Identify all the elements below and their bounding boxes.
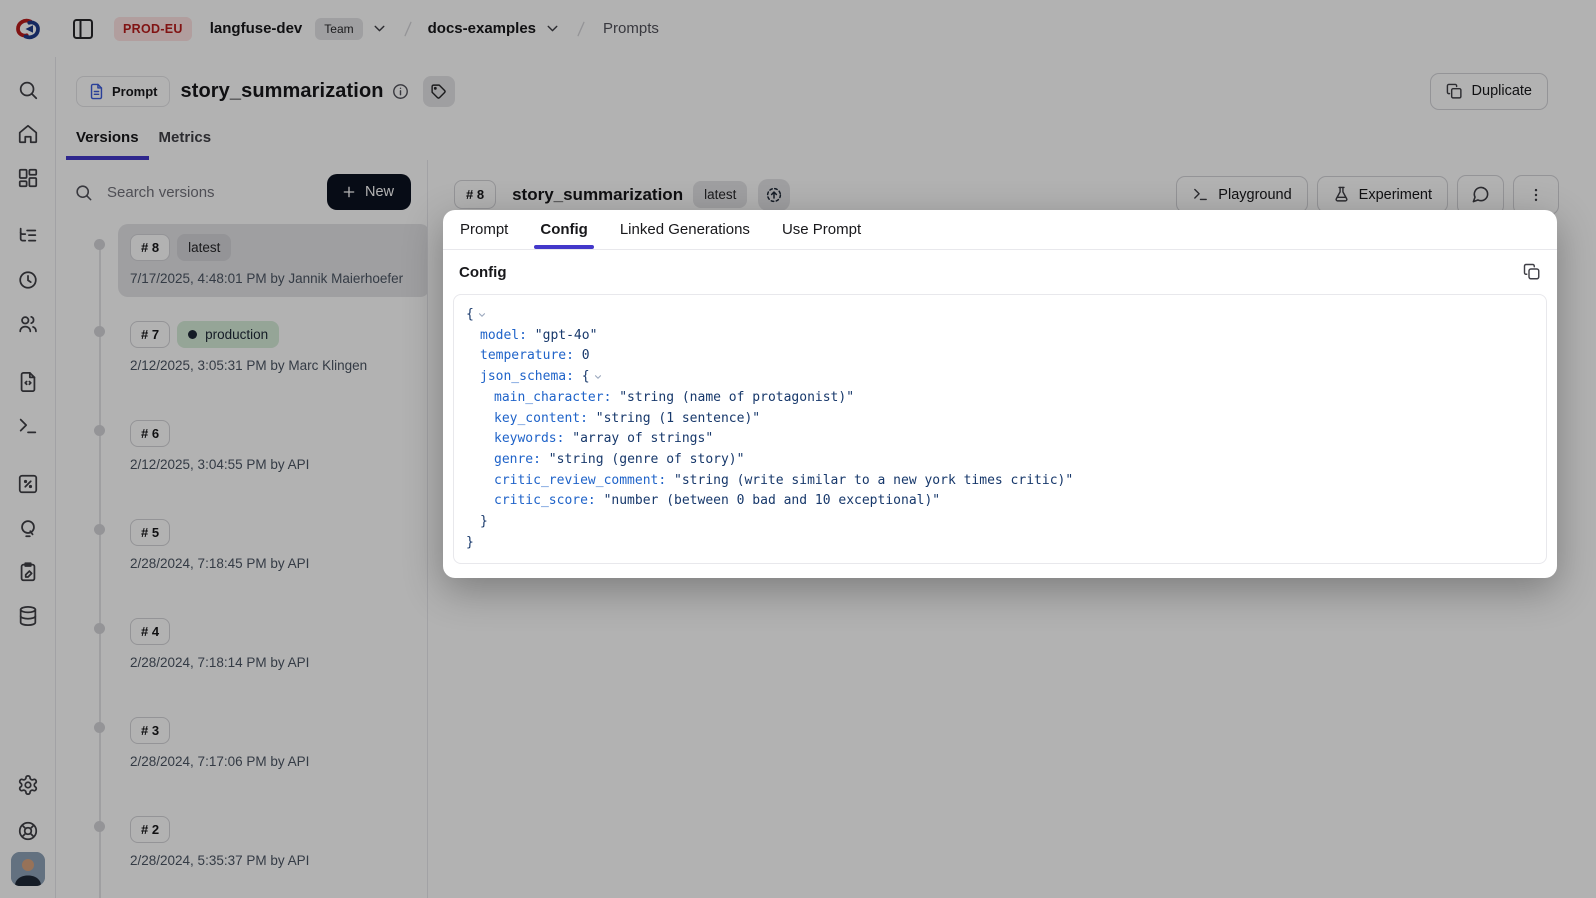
copy-config-icon[interactable] xyxy=(1523,263,1541,281)
config-json-viewer: { model: "gpt-4o" temperature: 0 json_sc… xyxy=(453,294,1547,564)
config-section-header: Config xyxy=(443,250,1557,290)
card-tab-use-prompt[interactable]: Use Prompt xyxy=(781,210,862,249)
card-tab-config[interactable]: Config xyxy=(539,210,588,249)
langfuse-app: PROD-EU langfuse-dev Team docs-examples … xyxy=(0,0,1596,898)
card-tab-linked-generations[interactable]: Linked Generations xyxy=(619,210,751,249)
json-line: keywords: "array of strings" xyxy=(466,429,1534,450)
version-peek-card: Prompt Config Linked Generations Use Pro… xyxy=(443,210,1557,578)
card-tab-prompt[interactable]: Prompt xyxy=(459,210,509,249)
json-line: genre: "string (genre of story)" xyxy=(466,450,1534,471)
json-line: temperature: 0 xyxy=(466,346,1534,367)
json-line: } xyxy=(466,512,1534,533)
json-line: { xyxy=(466,305,1534,326)
json-line: } xyxy=(466,533,1534,554)
json-line: critic_score: "number (between 0 bad and… xyxy=(466,491,1534,512)
json-line: model: "gpt-4o" xyxy=(466,326,1534,347)
json-line: critic_review_comment: "string (write si… xyxy=(466,471,1534,492)
collapse-chevron-icon[interactable] xyxy=(593,372,603,382)
card-tabs: Prompt Config Linked Generations Use Pro… xyxy=(443,210,1557,250)
json-line: key_content: "string (1 sentence)" xyxy=(466,409,1534,430)
json-line: json_schema: { xyxy=(466,367,1534,388)
config-section-title: Config xyxy=(459,264,506,281)
collapse-chevron-icon[interactable] xyxy=(477,310,487,320)
json-line: main_character: "string (name of protago… xyxy=(466,388,1534,409)
